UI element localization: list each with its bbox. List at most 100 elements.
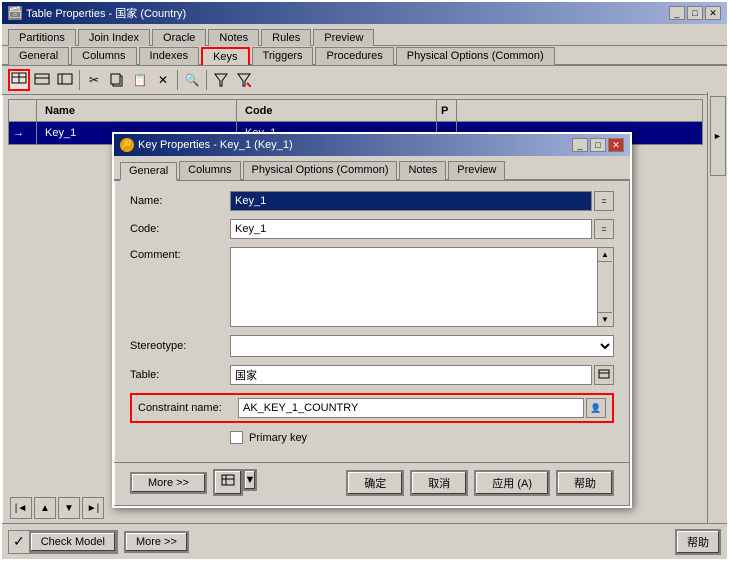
toolbar: ✂ 📋 ✕ 🔍 [2,66,727,95]
outer-bottom-bar: ✓ Check Model More >> 帮助 [2,523,727,559]
tabs-row-2: General Columns Indexes Keys Triggers Pr… [2,46,727,66]
tab-indexes[interactable]: Indexes [139,47,200,65]
tab-procedures[interactable]: Procedures [315,47,393,65]
filter-button[interactable] [210,69,232,91]
stereotype-label: Stereotype: [130,340,230,352]
tab-general[interactable]: General [8,47,69,65]
dialog-titlebar-left: 🔑 Key Properties - Key_1 (Key_1) [120,138,293,152]
separator-3 [206,70,207,90]
comment-textarea[interactable] [230,247,598,327]
window-icon: 🗃 [8,6,22,20]
dialog-titlebar-buttons: _ □ ✕ [572,138,624,152]
check-model-button[interactable]: Check Model [29,531,117,553]
dialog-tab-general[interactable]: General [120,162,177,181]
name-row: Name: = [130,191,614,211]
tab-oracle[interactable]: Oracle [152,29,206,46]
outer-window: 🗃 Table Properties - 国家 (Country) _ □ ✕ … [0,0,729,561]
nav-prev-button[interactable]: ▲ [34,497,56,519]
minimize-button[interactable]: _ [669,6,685,20]
copy-button[interactable] [106,69,128,91]
titlebar-left: 🗃 Table Properties - 国家 (Country) [8,5,186,21]
comment-scrollbar[interactable]: ▲ ▼ [598,247,614,327]
maximize-button[interactable]: □ [687,6,703,20]
comment-label: Comment: [130,247,230,261]
tab-join-index[interactable]: Join Index [78,29,150,46]
name-label: Name: [130,195,230,207]
primary-key-label: Primary key [249,432,307,444]
comment-row: Comment: ▲ ▼ [130,247,614,327]
dialog-help-button[interactable]: 帮助 [556,470,614,496]
stereotype-row: Stereotype: [130,335,614,357]
window-title: Table Properties - 国家 (Country) [26,5,186,21]
separator-1 [79,70,80,90]
dialog-icon-button[interactable] [213,469,243,496]
titlebar-buttons: _ □ ✕ [669,6,721,20]
dialog-cancel-button[interactable]: 取消 [410,470,468,496]
delete-button[interactable]: ✕ [152,69,174,91]
comment-container: ▲ ▼ [230,247,614,327]
tab-physical-options[interactable]: Physical Options (Common) [396,47,555,65]
new-key-button[interactable] [31,69,53,91]
primary-key-row: Primary key [230,431,614,444]
tab-rules[interactable]: Rules [261,29,311,46]
nav-buttons: |◄ ▲ ▼ ►| [10,497,104,519]
dialog-tab-columns[interactable]: Columns [179,161,240,180]
dialog-tab-physical-options[interactable]: Physical Options (Common) [243,161,398,180]
name-input[interactable] [230,191,592,211]
check-model-container: ✓ Check Model [8,530,118,554]
stereotype-select-container [230,335,614,357]
code-button[interactable]: = [594,219,614,239]
tab-notes[interactable]: Notes [208,29,259,46]
code-row: Code: = [130,219,614,239]
grid-header-arrow [9,100,37,121]
dialog-bottom: More >> ▼ 确定 取消 应用 (A) 帮助 [114,462,630,506]
table-button[interactable] [594,365,614,385]
nav-last-button[interactable]: ►| [82,497,104,519]
dialog-tab-notes[interactable]: Notes [399,161,446,180]
primary-key-checkbox[interactable] [230,431,243,444]
table-input[interactable] [230,365,592,385]
dialog-title: Key Properties - Key_1 (Key_1) [138,139,293,151]
tabs-row-1: Partitions Join Index Oracle Notes Rules… [2,24,727,46]
outer-more-button[interactable]: More >> [124,531,189,553]
filter-clear-button[interactable] [233,69,255,91]
dialog-close-button[interactable]: ✕ [608,138,624,152]
constraint-button[interactable]: 👤 [586,398,606,418]
new-table-button[interactable] [8,69,30,91]
dialog-dropdown-button[interactable]: ▼ [243,469,257,491]
tab-preview[interactable]: Preview [313,29,374,46]
stereotype-select[interactable] [230,335,614,357]
constraint-label: Constraint name: [138,402,238,414]
dialog-more-button[interactable]: More >> [130,472,207,494]
paste-button[interactable]: 📋 [129,69,151,91]
cut-button[interactable]: ✂ [83,69,105,91]
dialog-maximize-button[interactable]: □ [590,138,606,152]
check-model-icon: ✓ [9,533,29,550]
dialog-minimize-button[interactable]: _ [572,138,588,152]
tab-columns[interactable]: Columns [71,47,136,65]
constraint-input[interactable] [238,398,584,418]
tab-partitions[interactable]: Partitions [8,29,76,46]
dialog-confirm-button[interactable]: 确定 [346,470,404,496]
nav-first-button[interactable]: |◄ [10,497,32,519]
tab-triggers[interactable]: Triggers [252,47,314,65]
table-label: Table: [130,369,230,381]
dialog-form: Name: = Code: = Comment: ▲ ▼ [114,181,630,462]
comment-scroll-down[interactable]: ▼ [598,312,612,326]
right-panel: ► [707,92,727,523]
nav-next-button[interactable]: ▼ [58,497,80,519]
comment-scroll-up[interactable]: ▲ [598,248,612,262]
separator-2 [177,70,178,90]
dialog-tab-preview[interactable]: Preview [448,161,505,180]
new-item-button[interactable] [54,69,76,91]
name-button[interactable]: = [594,191,614,211]
close-button[interactable]: ✕ [705,6,721,20]
outer-help-button[interactable]: 帮助 [675,529,721,555]
constraint-row: Constraint name: 👤 [130,393,614,423]
dialog-apply-button[interactable]: 应用 (A) [474,470,550,496]
find-button[interactable]: 🔍 [181,69,203,91]
icon-btn-group: ▼ [213,469,257,496]
right-expand-button[interactable]: ► [710,96,726,176]
code-input[interactable] [230,219,592,239]
tab-keys[interactable]: Keys [201,47,249,65]
